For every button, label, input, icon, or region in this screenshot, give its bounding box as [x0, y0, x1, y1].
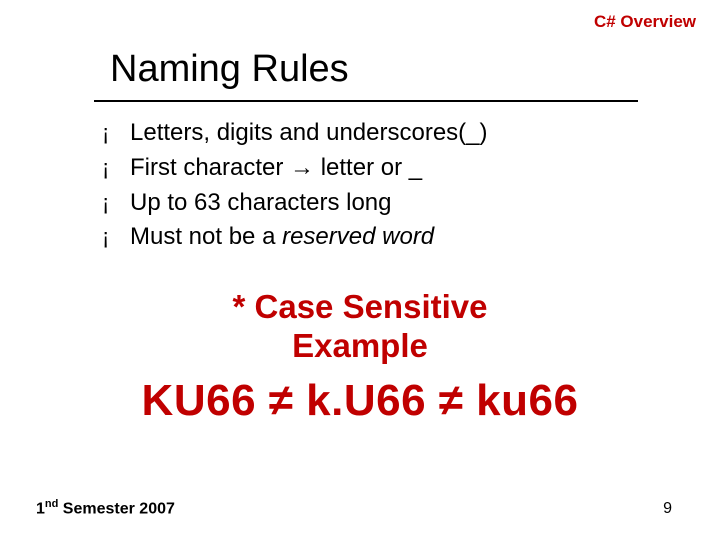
- case-sensitive-note: * Case Sensitive Example: [0, 288, 720, 366]
- bullet-item: ¡ Must not be a reserved word: [102, 220, 662, 255]
- case-sensitive-line: * Case Sensitive: [0, 288, 720, 327]
- footer-text-segment: Semester 2007: [58, 500, 175, 517]
- bullet-item: ¡ Up to 63 characters long: [102, 186, 662, 221]
- footer-ordinal-suffix: nd: [45, 498, 58, 510]
- bullet-text: Letters, digits and underscores(_): [130, 116, 662, 151]
- bullet-item: ¡ Letters, digits and underscores(_): [102, 116, 662, 151]
- bullet-glyph: ¡: [102, 221, 130, 253]
- bullet-text-segment: letter or _: [314, 154, 422, 181]
- case-example: KU66 ≠ k.U66 ≠ ku66: [0, 376, 720, 426]
- footer-semester: 1nd Semester 2007: [36, 498, 175, 518]
- bullet-list: ¡ Letters, digits and underscores(_) ¡ F…: [102, 116, 662, 255]
- arrow-icon: →: [290, 154, 314, 181]
- bullet-text-segment: First character: [130, 154, 290, 181]
- page-number: 9: [663, 500, 672, 518]
- slide-title: Naming Rules: [110, 48, 349, 91]
- bullet-glyph: ¡: [102, 117, 130, 149]
- bullet-glyph: ¡: [102, 152, 130, 184]
- bullet-text: Up to 63 characters long: [130, 186, 662, 221]
- case-sensitive-line: Example: [0, 327, 720, 366]
- bullet-glyph: ¡: [102, 187, 130, 219]
- header-section-label: C# Overview: [594, 12, 696, 32]
- bullet-text: Must not be a reserved word: [130, 220, 662, 255]
- bullet-item: ¡ First character → letter or _: [102, 151, 662, 186]
- footer-text-segment: 1: [36, 500, 45, 517]
- bullet-text-segment: Must not be a: [130, 223, 282, 250]
- bullet-text-emphasis: reserved word: [282, 223, 434, 250]
- bullet-text: First character → letter or _: [130, 151, 662, 186]
- title-underline: [94, 100, 638, 102]
